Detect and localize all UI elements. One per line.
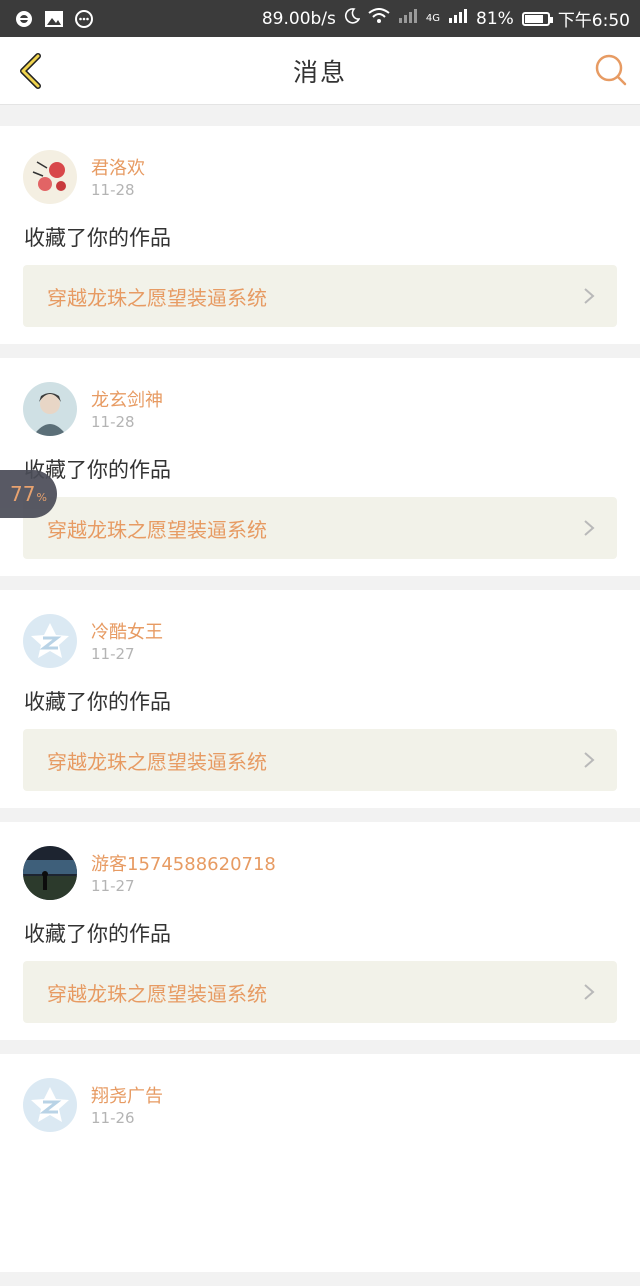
search-button[interactable] <box>594 53 628 87</box>
user-name[interactable]: 冷酷女王 <box>91 618 163 644</box>
work-link[interactable]: 穿越龙珠之愿望装逼系统 <box>23 265 617 327</box>
chevron-right-icon <box>584 520 595 536</box>
message-card: 冷酷女王 11-27 收藏了你的作品 穿越龙珠之愿望装逼系统 <box>0 590 640 808</box>
app-header: 消息 <box>0 37 640 105</box>
default-avatar-icon <box>23 614 77 668</box>
network-type: 4G <box>425 13 441 24</box>
user-name[interactable]: 游客1574588620718 <box>91 850 276 876</box>
user-name[interactable]: 龙玄剑神 <box>91 386 163 412</box>
battery-icon <box>521 11 553 26</box>
image-notification-icon <box>44 9 64 29</box>
search-icon <box>595 54 627 86</box>
message-date: 11-26 <box>91 1109 135 1127</box>
battery-percent: 81% <box>476 8 514 29</box>
message-date: 11-27 <box>91 645 135 663</box>
chevron-right-icon <box>584 752 595 768</box>
more-notification-icon <box>74 9 94 29</box>
avatar[interactable] <box>23 150 77 204</box>
back-button[interactable] <box>12 51 52 91</box>
page-title: 消息 <box>292 57 347 87</box>
work-title: 穿越龙珠之愿望装逼系统 <box>47 981 267 1006</box>
action-text: 收藏了你的作品 <box>24 226 171 250</box>
work-link[interactable]: 穿越龙珠之愿望装逼系统 <box>23 729 617 791</box>
user-name[interactable]: 君洛欢 <box>91 154 145 180</box>
avatar[interactable] <box>23 614 77 668</box>
work-title: 穿越龙珠之愿望装逼系统 <box>47 285 267 310</box>
work-link[interactable]: 穿越龙珠之愿望装逼系统 <box>23 497 617 559</box>
message-date: 11-28 <box>91 413 135 431</box>
chevron-right-icon <box>584 288 595 304</box>
network-speed: 89.00b/s <box>261 8 336 29</box>
message-date: 11-28 <box>91 181 135 199</box>
work-link[interactable]: 穿越龙珠之愿望装逼系统 <box>23 961 617 1023</box>
wifi-icon <box>368 8 390 29</box>
signal-sim2-icon <box>448 8 468 29</box>
signal-sim1-icon <box>398 8 418 29</box>
default-avatar-icon <box>23 1078 77 1132</box>
work-title: 穿越龙珠之愿望装逼系统 <box>47 749 267 774</box>
avatar[interactable] <box>23 1078 77 1132</box>
work-title: 穿越龙珠之愿望装逼系统 <box>47 517 267 542</box>
user-name[interactable]: 翔尧广告 <box>91 1082 163 1108</box>
night-photo-avatar-icon <box>23 846 77 900</box>
status-bar: 89.00b/s 4G 81% 下午6:50 <box>0 0 640 37</box>
clock: 下午6:50 <box>557 11 630 31</box>
message-card: 君洛欢 11-28 收藏了你的作品 穿越龙珠之愿望装逼系统 <box>0 126 640 344</box>
floating-speed-bubble[interactable]: 77 % <box>0 470 57 518</box>
message-card: 龙玄剑神 11-28 收藏了你的作品 穿越龙珠之愿望装逼系统 <box>0 358 640 576</box>
floral-avatar-icon <box>23 150 77 204</box>
back-chevron-icon <box>20 53 41 89</box>
app-notification-icon <box>14 9 34 29</box>
action-text: 收藏了你的作品 <box>24 690 171 714</box>
anime-avatar-icon <box>23 382 77 436</box>
action-text: 收藏了你的作品 <box>24 922 171 946</box>
avatar[interactable] <box>23 846 77 900</box>
message-card: 游客1574588620718 11-27 收藏了你的作品 穿越龙珠之愿望装逼系… <box>0 822 640 1040</box>
bubble-unit: % <box>36 490 47 504</box>
chevron-right-icon <box>584 984 595 1000</box>
message-card: 翔尧广告 11-26 <box>0 1054 640 1272</box>
bubble-value: 77 <box>10 482 36 506</box>
message-date: 11-27 <box>91 877 135 895</box>
moon-icon <box>344 8 361 29</box>
avatar[interactable] <box>23 382 77 436</box>
message-list: 君洛欢 11-28 收藏了你的作品 穿越龙珠之愿望装逼系统 龙玄剑神 11-28… <box>0 126 640 1286</box>
